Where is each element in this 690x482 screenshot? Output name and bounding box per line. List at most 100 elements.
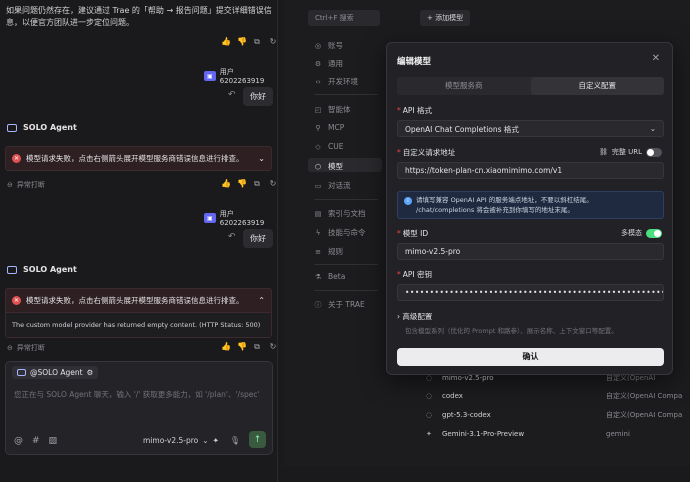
model-provider: gemini xyxy=(606,430,630,438)
error-banner[interactable]: ✕ 模型请求失败，点击右侧箭头展开模型服务商错误信息进行排查。 ⌄ xyxy=(5,146,272,171)
chevron-right-icon: › xyxy=(397,312,400,321)
nav-index[interactable]: ▤ 索引与文档 xyxy=(314,208,366,219)
user-name: 用户6202263919 xyxy=(219,210,265,227)
full-url-label: 完整 URL xyxy=(611,148,642,156)
chevron-up-icon[interactable]: ⌃ xyxy=(258,296,265,305)
full-url-toggle[interactable] xyxy=(646,147,662,157)
chat-input[interactable]: 您正在与 SOLO Agent 聊天，输入 '/' 获取更多能力，如 '/pla… xyxy=(14,389,260,400)
model-icon: ◌ xyxy=(426,374,433,382)
stopped-indicator: ⊖ 异常打断 xyxy=(7,343,45,353)
nav-beta[interactable]: ⚗ Beta xyxy=(314,272,345,281)
sparkle-icon: ✦ xyxy=(426,430,432,438)
add-model-button[interactable]: + 添加模型 xyxy=(420,10,471,26)
api-format-label: * API 格式 xyxy=(397,106,432,115)
nav-cue[interactable]: ◇ CUE xyxy=(314,142,343,151)
nav-agents[interactable]: ◰ 智能体 xyxy=(314,104,351,115)
agent-mention-tag[interactable]: @SOLO Agent ⚙ xyxy=(12,366,99,379)
message-actions: 👍 👎 ⧉ ↻ xyxy=(221,343,277,351)
composer-tools: @ # ▨ xyxy=(14,436,57,446)
nav-dev-env[interactable]: ‹› 开发环境 xyxy=(314,76,358,87)
settings-search[interactable]: Ctrl+F 搜索 xyxy=(308,10,380,26)
api-key-input[interactable]: ••••••••••••••••••••••••••••••••••••••••… xyxy=(397,284,664,301)
confirm-button[interactable]: 确认 xyxy=(397,348,664,366)
error-detail: The custom model provider has returned e… xyxy=(6,312,271,337)
thumbs-down-icon[interactable]: 👎 xyxy=(237,180,247,188)
api-key-label: * API 密钥 xyxy=(397,270,432,279)
chat-composer[interactable]: @SOLO Agent ⚙ 您正在与 SOLO Agent 聊天，输入 '/' … xyxy=(5,361,273,455)
model-row[interactable]: ◌ codex 自定义(OpenAI Compa xyxy=(426,392,690,400)
nav-account[interactable]: ◎ 账号 xyxy=(314,40,343,51)
arrow-up-icon: ↑ xyxy=(253,434,262,445)
settings-icon[interactable]: ⚙ xyxy=(87,368,94,377)
copy-icon[interactable]: ⧉ xyxy=(253,38,261,46)
model-selector[interactable]: mimo-v2.5-pro ⌄ ✦ xyxy=(143,436,219,445)
error-text: 模型请求失败，点击右侧箭头展开模型服务商错误信息进行排查。 xyxy=(26,154,244,163)
nav-skills[interactable]: ϟ 技能与命令 xyxy=(314,227,366,238)
thumbs-up-icon[interactable]: 👍 xyxy=(221,343,231,351)
nav-models[interactable]: ⬡ 模型 xyxy=(314,161,343,172)
nav-about[interactable]: ⓘ 关于 TRAE xyxy=(314,299,365,310)
nav-rules[interactable]: ≡ 规则 xyxy=(314,246,343,257)
thumbs-down-icon[interactable]: 👎 xyxy=(237,343,247,351)
thumbs-down-icon[interactable]: 👎 xyxy=(237,38,247,46)
api-format-select[interactable]: OpenAI Chat Completions 格式 ⌄ xyxy=(397,120,664,137)
full-url-toggle-group: ⛓ 完整 URL xyxy=(599,147,662,157)
user-header: ▣ 用户6202263919 xyxy=(204,209,277,227)
nav-label: MCP xyxy=(328,123,345,132)
nav-label: CUE xyxy=(328,142,344,151)
chat-panel: 如果问题仍然存在，建议通过 Trae 的「帮助 → 报告问题」提交详细错误信 息… xyxy=(0,0,278,482)
refresh-icon[interactable]: ↻ xyxy=(269,180,277,188)
nav-label: 对话流 xyxy=(328,181,351,190)
stopped-label: 异常打断 xyxy=(16,344,45,352)
nav-mcp[interactable]: ⚲ MCP xyxy=(314,123,344,132)
close-icon[interactable]: ✕ xyxy=(652,53,660,64)
divider xyxy=(314,199,378,200)
image-icon[interactable]: ▨ xyxy=(49,436,58,446)
thumbs-up-icon[interactable]: 👍 xyxy=(221,38,231,46)
advanced-label: 高级配置 xyxy=(402,312,433,321)
tab-model-service[interactable]: 模型服务商 xyxy=(397,77,531,95)
undo-icon[interactable]: ↶ xyxy=(228,232,236,242)
at-icon[interactable]: @ xyxy=(14,436,23,446)
dialog-tabs: 模型服务商 自定义配置 xyxy=(397,77,664,95)
user-avatar: ▣ xyxy=(204,71,216,81)
send-button[interactable]: ↑ xyxy=(249,431,266,448)
nav-conversation[interactable]: ▭ 对话流 xyxy=(314,180,351,191)
assistant-message-line-2: 息，以便官方团队进一步定位问题。 xyxy=(6,18,134,27)
agent-header: SOLO Agent xyxy=(7,123,77,132)
hash-icon[interactable]: # xyxy=(32,436,40,446)
model-name: Gemini-3.1-Pro-Preview xyxy=(442,430,525,438)
user-avatar: ▣ xyxy=(204,213,216,223)
nav-general[interactable]: ⚙ 通用 xyxy=(314,58,343,69)
link-icon: ⛓ xyxy=(598,148,608,156)
error-icon: ✕ xyxy=(12,296,21,305)
nav-label: 智能体 xyxy=(328,105,351,114)
url-input[interactable]: https://token-plan-cn.xiaomimimo.com/v1 xyxy=(397,162,664,179)
chevron-down-icon[interactable]: ⌄ xyxy=(258,154,265,163)
nav-label: 开发环境 xyxy=(328,77,358,86)
stop-icon: ⊖ xyxy=(7,344,13,352)
copy-icon[interactable]: ⧉ xyxy=(253,343,261,351)
copy-icon[interactable]: ⧉ xyxy=(253,180,261,188)
model-id-input[interactable]: mimo-v2.5-pro xyxy=(397,243,664,260)
agent-name: SOLO Agent xyxy=(23,123,77,132)
model-row[interactable]: ◌ mimo-v2.5-pro 自定义(OpenAI xyxy=(426,374,690,382)
sparkle-icon[interactable]: ✦ xyxy=(213,436,219,445)
refresh-icon[interactable]: ↻ xyxy=(269,38,277,46)
tab-custom-config[interactable]: 自定义配置 xyxy=(530,77,664,95)
microphone-icon[interactable]: 🎙 xyxy=(230,436,240,445)
thumbs-up-icon[interactable]: 👍 xyxy=(221,180,231,188)
model-row[interactable]: ✦ Gemini-3.1-Pro-Preview gemini xyxy=(426,430,690,438)
refresh-icon[interactable]: ↻ xyxy=(269,343,277,351)
divider xyxy=(314,94,378,95)
multimodal-toggle[interactable] xyxy=(646,228,662,238)
message-actions: 👍 👎 ⧉ ↻ xyxy=(221,38,277,46)
advanced-config-toggle[interactable]: › 高级配置 xyxy=(397,311,432,322)
info-line-2: /chat/completions 将会被补充到你填写的地址末尾。 xyxy=(416,206,574,214)
model-name: gpt-5.3-codex xyxy=(442,411,491,419)
model-row[interactable]: ◌ gpt-5.3-codex 自定义(OpenAI Compa xyxy=(426,411,690,419)
undo-icon[interactable]: ↶ xyxy=(228,90,236,100)
gear-icon: ⚙ xyxy=(314,59,322,68)
error-banner-expanded[interactable]: ✕ 模型请求失败，点击右侧箭头展开模型服务商错误信息进行排查。 ⌃ The cu… xyxy=(5,288,272,338)
multimodal-label: 多模态 xyxy=(621,229,642,237)
